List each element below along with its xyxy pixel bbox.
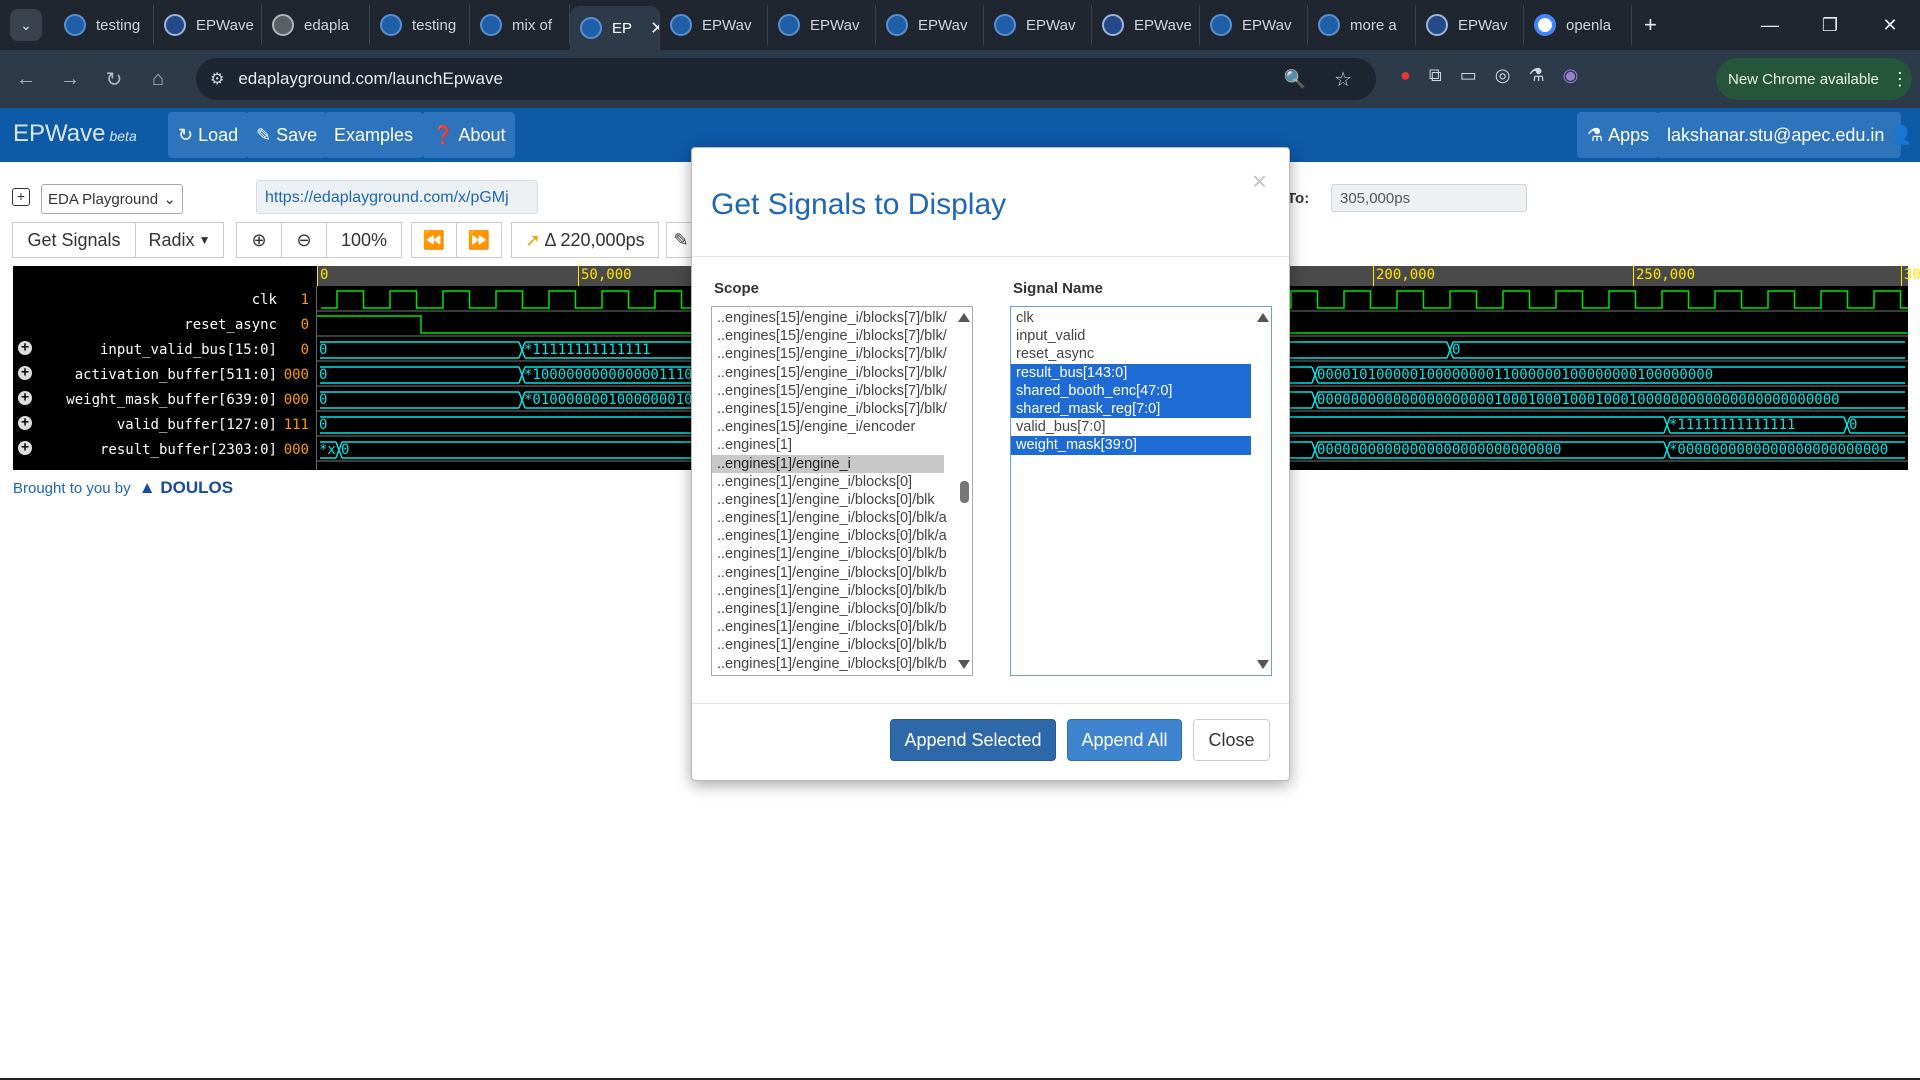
scope-item[interactable]: ..engines[15]/engine_i/blocks[7]/blk/: [712, 309, 947, 327]
scope-item[interactable]: ..engines[15]/engine_i/blocks[7]/blk/: [712, 400, 947, 418]
scope-item[interactable]: ..engines[15]/engine_i/blocks[7]/blk/: [712, 382, 947, 400]
modal-close-icon[interactable]: ×: [1252, 166, 1267, 197]
modal-header-divider: [692, 256, 1289, 257]
signal-scroll-up-icon[interactable]: [1257, 313, 1269, 322]
modal-title: Get Signals to Display: [711, 188, 1007, 221]
scope-item[interactable]: ..engines[1]/engine_i: [712, 454, 944, 473]
scope-item[interactable]: ..engines[1]/engine_i/blocks[0]/blk: [712, 491, 944, 509]
signal-item[interactable]: valid_bus[7:0]: [1011, 418, 1251, 436]
scroll-down-icon[interactable]: [958, 660, 970, 669]
signal-item[interactable]: reset_async: [1011, 345, 1251, 363]
signal-listbox[interactable]: clk input_valid reset_async result_bus[143:…: [1010, 306, 1272, 676]
signal-item[interactable]: result_bus[143:0]: [1011, 363, 1251, 382]
append-all-button[interactable]: Append All: [1067, 719, 1182, 761]
get-signals-modal: Get Signals to Display × Scope ..engines…: [691, 147, 1290, 781]
scope-item[interactable]: ..engines[1]/engine_i/blocks[0]/blk/a: [712, 509, 947, 527]
scope-item[interactable]: ..engines[1]/engine_i/blocks[0]: [712, 473, 944, 491]
scope-item[interactable]: ..engines[1]/engine_i/blocks[0]/blk/b: [712, 564, 947, 582]
append-selected-button[interactable]: Append Selected: [890, 719, 1056, 761]
signal-scroll-down-icon[interactable]: [1257, 660, 1269, 669]
modal-overlay: Get Signals to Display × Scope ..engines…: [0, 0, 1920, 1080]
scroll-up-icon[interactable]: [958, 313, 970, 322]
scope-label: Scope: [714, 280, 760, 297]
close-button[interactable]: Close: [1193, 719, 1270, 761]
signal-item[interactable]: clk: [1011, 309, 1251, 327]
scope-item[interactable]: ..engines[15]/engine_i/encoder: [712, 418, 944, 436]
signal-name-label: Signal Name: [1013, 280, 1104, 297]
scope-item[interactable]: ..engines[15]/engine_i/blocks[7]/blk/: [712, 327, 947, 345]
scope-item[interactable]: ..engines[1]/engine_i/blocks[0]/blk/b: [712, 636, 947, 654]
scope-item[interactable]: ..engines[1]/engine_i/blocks[0]/blk/b: [712, 618, 947, 636]
signal-item[interactable]: weight_mask[39:0]: [1011, 436, 1251, 455]
scope-item[interactable]: ..engines[1]: [712, 436, 944, 454]
scope-item[interactable]: ..engines[1]/engine_i/blocks[0]/blk/b: [712, 582, 947, 600]
scope-item[interactable]: ..engines[1]/engine_i/blocks[0]/blk/b: [712, 600, 947, 618]
scope-item[interactable]: ..engines[15]/engine_i/blocks[7]/blk/: [712, 364, 947, 382]
signal-item[interactable]: shared_booth_enc[47:0]: [1011, 381, 1251, 400]
signal-item[interactable]: shared_mask_reg[7:0]: [1011, 399, 1251, 419]
scope-listbox[interactable]: ..engines[15]/engine_i/blocks[7]/blk/..e…: [711, 306, 973, 676]
modal-footer-divider: [692, 703, 1289, 704]
scope-item[interactable]: ..engines[15]/engine_i/blocks[7]/blk/: [712, 345, 947, 363]
signal-item[interactable]: input_valid: [1011, 327, 1251, 345]
scope-item[interactable]: ..engines[1]/engine_i/blocks[0]/blk/b: [712, 655, 947, 673]
scrollbar-thumb[interactable]: [960, 481, 969, 503]
scope-item[interactable]: ..engines[1]/engine_i/blocks[0]/blk/a: [712, 527, 947, 545]
scope-item[interactable]: ..engines[1]/engine_i/blocks[0]/blk/b: [712, 545, 947, 563]
